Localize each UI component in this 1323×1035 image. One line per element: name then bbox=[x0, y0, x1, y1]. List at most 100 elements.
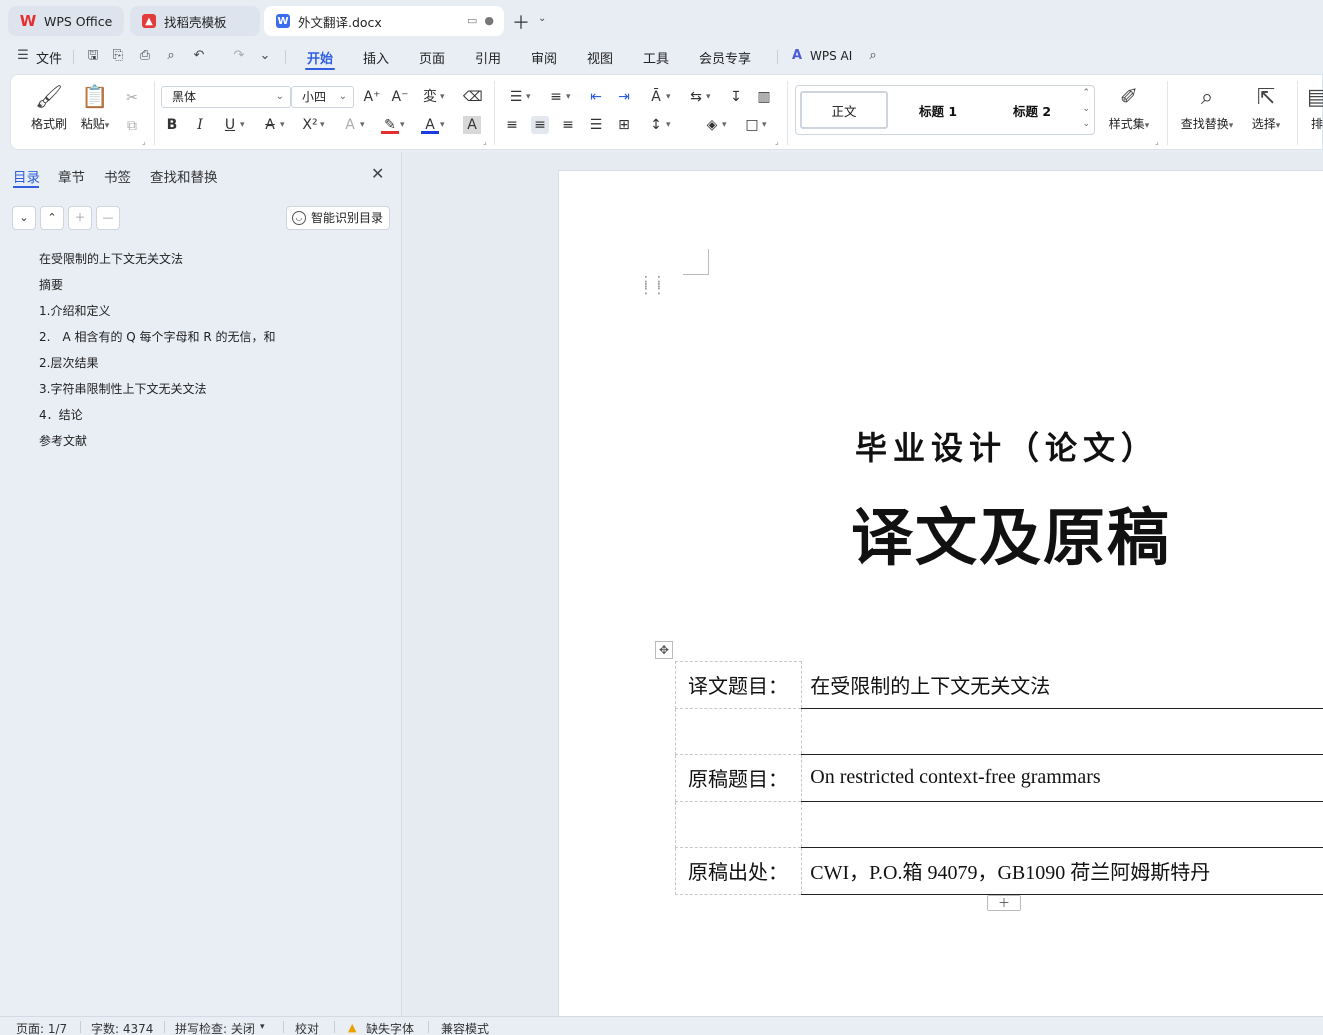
toc-item[interactable]: 1.介绍和定义 bbox=[39, 302, 276, 328]
expand-gallery-icon[interactable]: ⌄ bbox=[1082, 119, 1090, 129]
expand-all-chevron-down-icon[interactable]: ⌄ bbox=[12, 206, 36, 230]
add-row-plus-icon[interactable]: ＋ bbox=[987, 895, 1021, 911]
nav-tab-toc[interactable]: 目录 bbox=[13, 166, 40, 186]
document-page[interactable]: ⋮⋮ ⋮⋮ 毕业设计（论文） 译文及原稿 ✥ 译文题目： 在受限制的上下文无关文法… bbox=[558, 170, 1323, 1016]
menu-review[interactable]: 审阅 bbox=[531, 48, 557, 67]
find-replace-button[interactable]: ⌕ 查找替换▾ bbox=[1175, 85, 1239, 132]
chevron-up-icon[interactable]: ⌃ bbox=[1082, 88, 1090, 98]
highlight-color-icon[interactable]: ✎ bbox=[381, 116, 405, 134]
print-icon[interactable]: ⎙ bbox=[138, 49, 152, 63]
tab-window-icon[interactable]: ▭ ● bbox=[467, 14, 494, 27]
menu-view[interactable]: 视图 bbox=[587, 48, 613, 67]
toc-item[interactable]: 4．结论 bbox=[39, 406, 276, 432]
missing-font-button[interactable]: 缺失字体 bbox=[366, 1020, 414, 1035]
paragraph-drag-handle-icon[interactable]: ⋮⋮ ⋮⋮ bbox=[639, 275, 666, 296]
menu-file[interactable]: 文件 bbox=[36, 48, 62, 67]
dialog-launcher-icon[interactable]: ⌟ bbox=[483, 137, 487, 146]
line-spacing-icon[interactable]: ↕ bbox=[647, 116, 670, 134]
style-normal[interactable]: 正文 bbox=[800, 91, 888, 129]
tab-template-store[interactable]: ▲ 找稻壳模板 bbox=[130, 6, 260, 36]
export-pdf-icon[interactable]: ⎘ bbox=[111, 49, 125, 63]
underline-icon[interactable]: U bbox=[221, 116, 245, 134]
menu-wps-ai[interactable]: WPS AI bbox=[810, 49, 852, 63]
style-heading-2[interactable]: 标题 2 bbox=[988, 91, 1076, 129]
search-icon[interactable]: ⌕ bbox=[866, 49, 880, 63]
text-direction-icon[interactable]: ⇆ bbox=[687, 88, 710, 106]
table-value-cell[interactable] bbox=[801, 801, 1323, 848]
dialog-launcher-icon[interactable]: ⌟ bbox=[142, 137, 146, 146]
superscript-icon[interactable]: X² bbox=[301, 116, 324, 134]
cut-icon[interactable]: ✂ bbox=[123, 89, 141, 107]
table-label-cell[interactable]: 原稿出处： bbox=[674, 847, 803, 895]
distributed-align-icon[interactable]: ⊞ bbox=[615, 116, 633, 134]
bullet-list-icon[interactable]: ☰ bbox=[507, 88, 531, 106]
toc-item[interactable]: 在受限制的上下文无关文法 bbox=[39, 250, 276, 276]
menu-references[interactable]: 引用 bbox=[475, 48, 501, 67]
text-effects-icon[interactable]: A bbox=[341, 116, 364, 134]
clear-formatting-eraser-icon[interactable]: ⌫ bbox=[463, 88, 483, 106]
sort-icon[interactable]: ↧ bbox=[727, 88, 745, 106]
format-painter-button[interactable]: 🖌 格式刷 bbox=[29, 85, 69, 132]
spell-check-status[interactable]: 拼写检查: 关闭 bbox=[175, 1020, 255, 1035]
customize-toolbar-chevron-icon[interactable]: ⌄ bbox=[258, 49, 272, 63]
chevron-down-icon[interactable]: ⌄ bbox=[1082, 104, 1090, 114]
page-indicator[interactable]: 页面: 1/7 bbox=[16, 1020, 67, 1035]
align-center-icon[interactable]: ≡ bbox=[531, 116, 549, 134]
close-icon[interactable]: ✕ bbox=[371, 164, 384, 183]
remove-heading-minus-icon[interactable]: — bbox=[96, 206, 120, 230]
justify-icon[interactable]: ☰ bbox=[587, 116, 605, 134]
chevron-down-icon[interactable]: ⌄ bbox=[538, 13, 546, 24]
increase-font-size-icon[interactable]: A⁺ bbox=[363, 88, 381, 106]
numbered-list-icon[interactable]: ≡ bbox=[547, 88, 570, 106]
save-icon[interactable]: 🖫 bbox=[86, 49, 100, 63]
strikethrough-icon[interactable]: A bbox=[261, 116, 284, 134]
copy-icon[interactable]: ⧉ bbox=[123, 117, 141, 135]
table-value-cell[interactable]: CWI，P.O.箱 94079，GB1090 荷兰阿姆斯特丹 bbox=[801, 847, 1323, 895]
chinese-layout-icon[interactable]: Ā bbox=[647, 88, 670, 106]
bold-icon[interactable]: B bbox=[163, 116, 181, 134]
hamburger-menu-icon[interactable]: ☰ bbox=[16, 49, 30, 63]
undo-icon[interactable]: ↶ bbox=[192, 49, 206, 63]
proofread-button[interactable]: 校对 bbox=[295, 1020, 319, 1035]
menu-member[interactable]: 会员专享 bbox=[699, 48, 751, 67]
decrease-font-size-icon[interactable]: A⁻ bbox=[391, 88, 409, 106]
align-left-icon[interactable]: ≡ bbox=[503, 116, 521, 134]
select-button[interactable]: ⇱ 选择▾ bbox=[1245, 85, 1287, 132]
toc-item[interactable]: 3.字符串限制性上下文无关文法 bbox=[39, 380, 276, 406]
paragraph-shading-icon[interactable]: ◈ bbox=[703, 116, 727, 134]
info-table[interactable]: 译文题目： 在受限制的上下文无关文法 原稿题目： On restricted c… bbox=[674, 661, 1323, 895]
menu-tools[interactable]: 工具 bbox=[643, 48, 669, 67]
table-label-cell[interactable]: 译文题目： bbox=[674, 661, 803, 709]
nav-tab-bookmarks[interactable]: 书签 bbox=[104, 166, 131, 186]
font-size-select[interactable]: 小四 ⌄ bbox=[291, 86, 354, 108]
table-move-handle-icon[interactable]: ✥ bbox=[655, 641, 673, 659]
border-icon[interactable]: □ bbox=[743, 116, 766, 134]
add-heading-plus-icon[interactable]: ＋ bbox=[68, 206, 92, 230]
toc-item[interactable]: 2.层次结果 bbox=[39, 354, 276, 380]
nav-tab-chapters[interactable]: 章节 bbox=[58, 166, 85, 186]
italic-icon[interactable]: I bbox=[191, 116, 209, 134]
align-right-icon[interactable]: ≡ bbox=[559, 116, 577, 134]
increase-indent-icon[interactable]: ⇥ bbox=[615, 88, 633, 106]
nav-tab-find-replace[interactable]: 查找和替换 bbox=[150, 166, 218, 186]
table-value-cell[interactable] bbox=[801, 708, 1323, 755]
decrease-indent-icon[interactable]: ⇤ bbox=[587, 88, 605, 106]
font-name-select[interactable]: 黑体 ⌄ bbox=[161, 86, 291, 108]
show-marks-icon[interactable]: ▥ bbox=[755, 88, 773, 106]
table-label-cell[interactable] bbox=[674, 707, 803, 755]
table-value-cell[interactable]: 在受限制的上下文无关文法 bbox=[801, 661, 1323, 709]
table-label-cell[interactable] bbox=[674, 800, 803, 848]
dialog-launcher-icon[interactable]: ⌟ bbox=[775, 137, 779, 146]
toc-item[interactable]: 参考文献 bbox=[39, 432, 276, 458]
print-preview-icon[interactable]: ⌕ bbox=[164, 49, 178, 63]
menu-home[interactable]: 开始 bbox=[307, 48, 333, 67]
smart-toc-button[interactable]: ◡ 智能识别目录 bbox=[286, 206, 390, 230]
chevron-down-icon[interactable]: ▾ bbox=[260, 1022, 265, 1032]
new-tab-plus-icon[interactable]: ＋ bbox=[512, 9, 530, 35]
dialog-launcher-icon[interactable]: ⌟ bbox=[1155, 137, 1159, 146]
collapse-chevron-up-icon[interactable]: ⌃ bbox=[40, 206, 64, 230]
redo-icon[interactable]: ↷ bbox=[232, 49, 246, 63]
document-canvas[interactable]: ⋮⋮ ⋮⋮ 毕业设计（论文） 译文及原稿 ✥ 译文题目： 在受限制的上下文无关文法… bbox=[403, 152, 1323, 1016]
document-title[interactable]: 译文及原稿 bbox=[851, 487, 1171, 577]
table-label-cell[interactable]: 原稿题目： bbox=[674, 754, 803, 802]
